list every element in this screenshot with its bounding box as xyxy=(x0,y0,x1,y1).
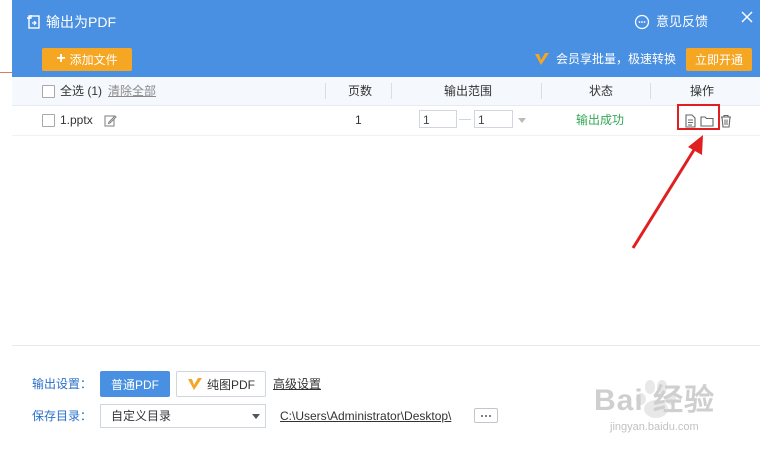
watermark-subtext: jingyan.baidu.com xyxy=(610,421,699,433)
advanced-settings-link[interactable]: 高级设置 xyxy=(273,375,321,393)
select-all-label: 全选 (1) xyxy=(60,84,103,98)
column-header-pages: 页数 xyxy=(348,84,373,98)
title-bar: 输出为PDF 意见反馈 + 添加文件 会员享批量，极速转换 立即开通 xyxy=(12,0,760,77)
chevron-down-icon[interactable] xyxy=(518,118,526,123)
browse-more-button[interactable] xyxy=(474,408,498,423)
save-directory-label: 保存目录： xyxy=(32,409,93,423)
trash-icon[interactable] xyxy=(719,114,733,128)
feedback-label: 意见反馈 xyxy=(656,14,709,29)
range-to-input[interactable]: 1 xyxy=(474,110,513,128)
background-window-marker xyxy=(0,72,12,73)
output-settings-label: 输出设置： xyxy=(32,377,93,391)
range-from-input[interactable]: 1 xyxy=(419,110,457,128)
chat-bubble-icon xyxy=(634,14,650,30)
column-divider xyxy=(325,83,326,99)
open-vip-button[interactable]: 立即开通 xyxy=(686,48,752,71)
save-directory-select[interactable]: 自定义目录 xyxy=(100,404,266,428)
file-name: 1.pptx xyxy=(60,113,93,127)
row-checkbox[interactable] xyxy=(42,114,55,127)
vip-logo-icon xyxy=(187,378,202,390)
add-file-button[interactable]: + 添加文件 xyxy=(42,48,132,71)
status-badge: 输出成功 xyxy=(576,113,625,127)
page-count: 1 xyxy=(355,113,362,127)
annotation-highlight-box xyxy=(677,104,720,130)
image-pdf-button[interactable]: 纯图PDF xyxy=(176,371,266,397)
range-connector xyxy=(459,119,471,120)
table-row: 1.pptx 1 1 1 输出成功 xyxy=(12,106,760,136)
column-divider xyxy=(650,83,651,99)
image-pdf-label: 纯图PDF xyxy=(206,377,255,392)
watermark-text: Bai 经验 xyxy=(594,384,716,417)
column-header-status: 状态 xyxy=(589,84,614,98)
close-icon[interactable] xyxy=(740,10,754,24)
export-pdf-dialog: 输出为PDF 意见反馈 + 添加文件 会员享批量，极速转换 立即开通 全选 (1… xyxy=(12,0,760,454)
vip-promo: 会员享批量，极速转换 xyxy=(534,49,676,69)
save-path-link[interactable]: C:\Users\Administrator\Desktop\ xyxy=(280,407,469,425)
edit-icon[interactable] xyxy=(104,114,117,127)
add-file-label: 添加文件 xyxy=(69,53,118,67)
normal-pdf-button[interactable]: 普通PDF xyxy=(100,371,170,397)
pdf-export-icon xyxy=(27,15,40,29)
feedback-link[interactable]: 意见反馈 xyxy=(634,13,708,31)
chevron-down-icon[interactable] xyxy=(252,414,260,419)
select-all-checkbox[interactable] xyxy=(42,85,55,98)
plus-icon: + xyxy=(56,50,66,67)
column-divider xyxy=(391,83,392,99)
vip-logo-icon xyxy=(535,53,549,65)
column-header-range: 输出范围 xyxy=(444,84,493,98)
vip-promo-text: 会员享批量，极速转换 xyxy=(556,52,677,66)
column-divider xyxy=(541,83,542,99)
column-header-actions: 操作 xyxy=(690,84,715,98)
file-table-header: 全选 (1) 清除全部 页数 输出范围 状态 操作 xyxy=(12,77,760,106)
clear-all-link[interactable]: 清除全部 xyxy=(108,77,156,105)
dialog-title: 输出为PDF xyxy=(46,14,116,30)
